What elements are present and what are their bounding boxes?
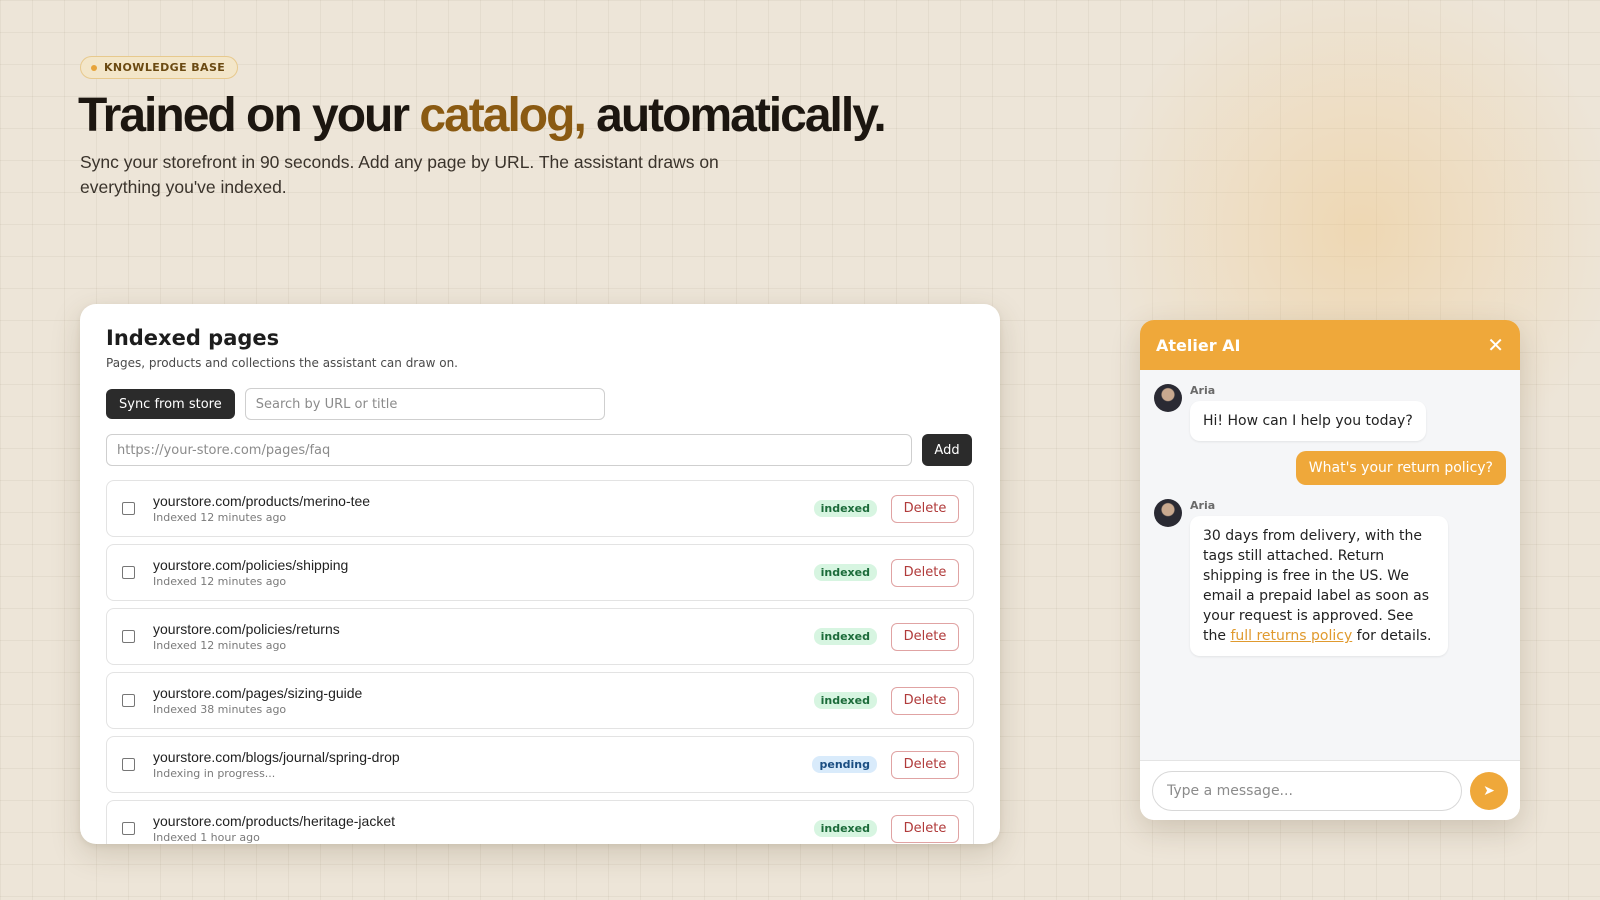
row-checkbox[interactable] xyxy=(122,694,135,707)
bot-message: Aria 30 days from delivery, with the tag… xyxy=(1154,499,1506,656)
row-meta: Indexing in progress... xyxy=(153,767,276,780)
send-icon: ➤ xyxy=(1483,782,1495,798)
reply-bubble: 30 days from delivery, with the tags sti… xyxy=(1190,516,1448,656)
chat-widget: Atelier AI ✕ Aria Hi! How can I help you… xyxy=(1140,320,1520,820)
status-badge: indexed xyxy=(813,628,877,645)
chat-title: Atelier AI xyxy=(1156,335,1241,355)
panel-subtitle: Pages, products and collections the assi… xyxy=(106,356,458,370)
reply-text: 30 days from delivery, with the tags sti… xyxy=(1203,528,1429,644)
row-meta: Indexed 1 hour ago xyxy=(153,831,260,844)
indexed-pages-list: yourstore.com/products/merino-tee Indexe… xyxy=(106,480,974,844)
indexed-pages-panel: Indexed pages Pages, products and collec… xyxy=(80,304,1000,844)
row-checkbox[interactable] xyxy=(122,566,135,579)
url-input[interactable] xyxy=(106,434,912,466)
delete-button[interactable]: Delete xyxy=(891,558,959,587)
row-meta: Indexed 12 minutes ago xyxy=(153,639,287,652)
list-item: yourstore.com/products/merino-tee Indexe… xyxy=(106,480,974,537)
row-url: yourstore.com/products/heritage-jacket xyxy=(153,813,395,829)
add-button[interactable]: Add xyxy=(922,434,972,466)
delete-button[interactable]: Delete xyxy=(891,686,959,715)
bot-message-content: Aria Hi! How can I help you today? xyxy=(1190,384,1426,441)
row-url: yourstore.com/policies/shipping xyxy=(153,557,349,573)
hero-title-start: Trained on your xyxy=(78,89,410,142)
row-info: yourstore.com/blogs/journal/spring-drop … xyxy=(153,749,812,780)
message-input[interactable] xyxy=(1152,770,1462,811)
bot-message: Aria Hi! How can I help you today? xyxy=(1154,384,1506,441)
delete-button[interactable]: Delete xyxy=(891,814,959,843)
row-url: yourstore.com/policies/returns xyxy=(153,621,340,637)
row-checkbox[interactable] xyxy=(122,822,135,835)
search-input[interactable] xyxy=(244,388,605,420)
close-icon[interactable]: ✕ xyxy=(1487,335,1504,355)
section-badge: KNOWLEDGE BASE xyxy=(80,56,239,79)
list-item: yourstore.com/policies/shipping Indexed … xyxy=(106,544,974,601)
row-info: yourstore.com/policies/shipping Indexed … xyxy=(153,557,814,588)
returns-policy-link[interactable]: full returns policy xyxy=(1230,628,1352,644)
delete-button[interactable]: Delete xyxy=(891,622,959,651)
delete-button[interactable]: Delete xyxy=(891,494,959,523)
row-info: yourstore.com/policies/returns Indexed 1… xyxy=(153,621,814,652)
hero-title-accent: catalog, xyxy=(419,89,586,142)
row-info: yourstore.com/products/heritage-jacket I… xyxy=(153,813,814,844)
list-item: yourstore.com/pages/sizing-guide Indexed… xyxy=(106,672,974,729)
delete-button[interactable]: Delete xyxy=(891,750,959,779)
row-checkbox[interactable] xyxy=(122,630,135,643)
hero-subtitle: Sync your storefront in 90 seconds. Add … xyxy=(80,152,719,197)
row-url: yourstore.com/blogs/journal/spring-drop xyxy=(153,749,400,765)
reply-text-end: for details. xyxy=(1352,628,1432,644)
panel-toolbar: Sync from store xyxy=(106,388,974,420)
list-item: yourstore.com/blogs/journal/spring-drop … xyxy=(106,736,974,793)
badge-label: KNOWLEDGE BASE xyxy=(104,61,226,74)
row-meta: Indexed 38 minutes ago xyxy=(153,703,287,716)
add-url-row: Add xyxy=(106,434,974,466)
panel-title: Indexed pages xyxy=(106,326,280,350)
status-badge: pending xyxy=(812,756,877,773)
row-url: yourstore.com/pages/sizing-guide xyxy=(153,685,363,701)
sender-name: Aria xyxy=(1190,499,1216,512)
bot-message-content: Aria 30 days from delivery, with the tag… xyxy=(1190,499,1448,656)
row-url: yourstore.com/products/merino-tee xyxy=(153,493,371,509)
send-button[interactable]: ➤ xyxy=(1470,771,1508,810)
user-bubble: What's your return policy? xyxy=(1295,451,1506,485)
row-checkbox[interactable] xyxy=(122,758,135,771)
row-meta: Indexed 12 minutes ago xyxy=(153,575,287,588)
row-meta: Indexed 12 minutes ago xyxy=(153,511,287,524)
status-badge: indexed xyxy=(813,692,877,709)
row-info: yourstore.com/products/merino-tee Indexe… xyxy=(153,493,814,524)
chat-footer: ➤ xyxy=(1140,760,1520,820)
chat-messages: Aria Hi! How can I help you today? What'… xyxy=(1140,370,1520,760)
sync-from-store-button[interactable]: Sync from store xyxy=(106,389,235,419)
list-item: yourstore.com/products/heritage-jacket I… xyxy=(106,800,974,844)
avatar xyxy=(1154,499,1182,527)
chat-header: Atelier AI ✕ xyxy=(1140,320,1520,370)
row-checkbox[interactable] xyxy=(122,502,135,515)
sender-name: Aria xyxy=(1190,384,1216,397)
status-badge: indexed xyxy=(813,500,877,517)
user-message: What's your return policy? xyxy=(1154,451,1506,485)
list-item: yourstore.com/policies/returns Indexed 1… xyxy=(106,608,974,665)
hero-title-end: automatically. xyxy=(596,89,887,142)
hero-title: Trained on your catalog, automatically. xyxy=(78,88,887,143)
avatar xyxy=(1154,384,1182,412)
greeting-bubble: Hi! How can I help you today? xyxy=(1190,401,1426,441)
badge-dot-icon xyxy=(91,64,97,71)
status-badge: indexed xyxy=(813,820,877,837)
row-info: yourstore.com/pages/sizing-guide Indexed… xyxy=(153,685,814,716)
status-badge: indexed xyxy=(813,564,877,581)
